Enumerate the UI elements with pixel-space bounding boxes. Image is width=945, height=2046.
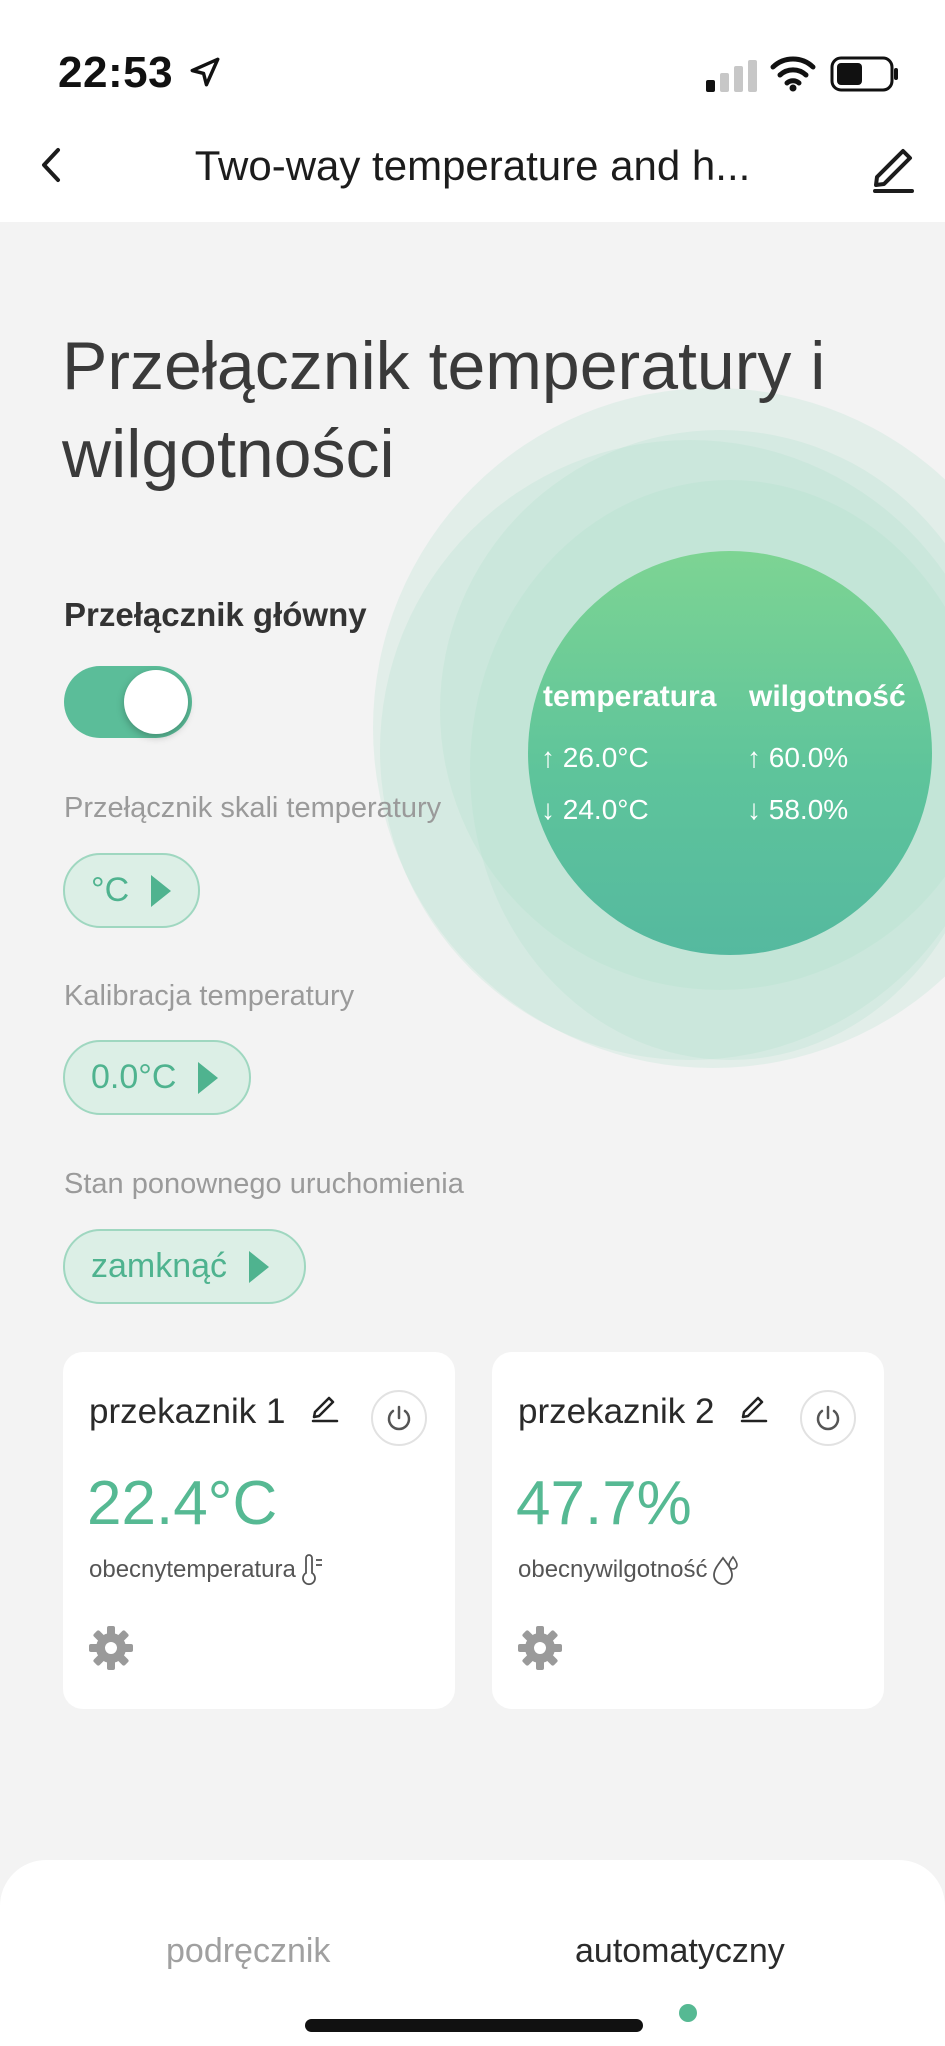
relay-subtitle-row: obecnytemperatura [89,1554,326,1586]
restart-label: Stan ponownego uruchomienia [64,1168,464,1200]
restart-value: zamknąć [91,1247,228,1285]
tab-automatic[interactable]: automatyczny [575,1932,785,1971]
thermometer-icon [301,1554,322,1586]
relay-subtitle: obecnywilgotność [518,1556,708,1583]
tab-manual[interactable]: podręcznik [166,1932,330,1971]
location-arrow-icon [190,57,220,87]
settings-gear-icon[interactable] [87,1624,135,1672]
power-icon [387,1405,411,1431]
top-bar: 22:53 Two-way temperature and h... [0,0,945,222]
summary-temp-low: ↓ 24.0°C [541,794,649,825]
toggle-knob [124,670,188,734]
active-tab-indicator [679,2004,697,2022]
cellular-signal-icon [706,60,757,92]
scale-label: Przełącznik skali temperatury [64,792,442,824]
pencil-icon[interactable] [738,1392,770,1424]
settings-gear-icon[interactable] [516,1624,564,1672]
relay-power-button[interactable] [800,1390,856,1446]
play-triangle-icon [198,1061,219,1094]
relay-title: przekaznik 2 [518,1392,715,1431]
main-switch-label: Przełącznik główny [64,596,367,633]
calibration-select-button[interactable]: 0.0°C [63,1040,251,1115]
relay-card-2[interactable]: przekaznik 2 47.7% obecnywilgotność [492,1352,884,1709]
droplet-icon [713,1555,739,1585]
battery-icon [830,56,898,92]
main-switch-toggle[interactable] [64,666,192,738]
summary-temp-high: ↑ 26.0°C [541,742,649,773]
play-triangle-icon [151,874,172,907]
summary-hum-high: ↑ 60.0% [747,742,849,773]
restart-state-button[interactable]: zamknąć [63,1229,306,1304]
calibration-value: 0.0°C [91,1058,177,1096]
status-time: 22:53 [58,48,174,97]
relay-power-button[interactable] [371,1390,427,1446]
home-indicator [305,2019,643,2032]
summary-temp-heading: temperatura [543,680,717,713]
screen: 22:53 Two-way temperature and h... Przeł… [0,0,945,2046]
summary-hum-heading: wilgotność [749,680,906,713]
back-button[interactable] [28,130,98,200]
summary-hum-low: ↓ 58.0% [747,794,849,825]
relay-card-1[interactable]: przekaznik 1 22.4°C obecnytemperatura [63,1352,455,1709]
wifi-icon [770,56,816,92]
nav-title: Two-way temperature and h... [194,142,751,189]
relay-value: 47.7% [516,1469,692,1538]
relay-subtitle-row: obecnywilgotność [518,1554,741,1586]
play-triangle-icon [249,1250,270,1283]
relay-title: przekaznik 1 [89,1392,286,1431]
calibration-label: Kalibracja temperatury [64,980,355,1012]
relay-subtitle: obecnytemperatura [89,1556,296,1583]
scale-value: °C [91,871,130,909]
pencil-icon[interactable] [309,1392,341,1424]
page-title: Przełącznik temperatury i wilgotności [62,328,826,492]
edit-pencil-button[interactable] [860,135,926,201]
power-icon [816,1405,840,1431]
scale-select-button[interactable]: °C [63,853,200,928]
relay-value: 22.4°C [87,1469,278,1538]
